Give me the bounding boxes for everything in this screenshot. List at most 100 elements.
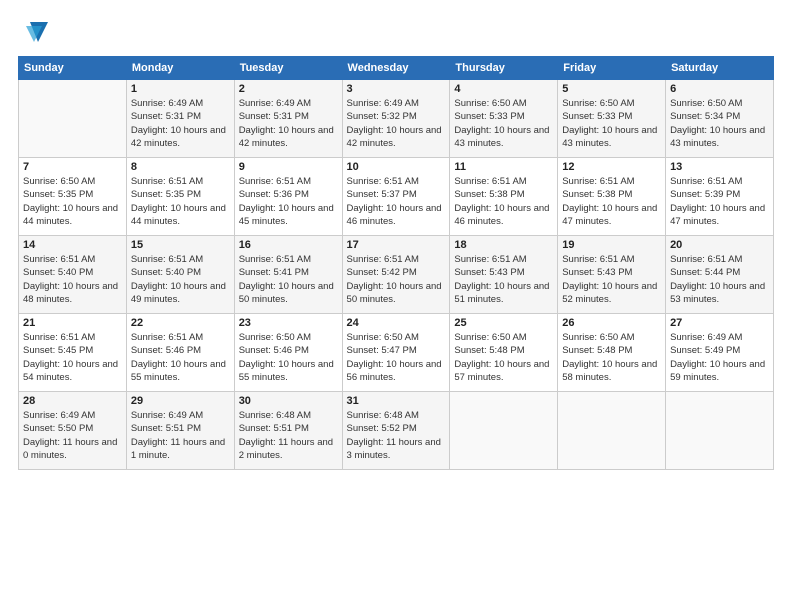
calendar-cell: 21 Sunrise: 6:51 AMSunset: 5:45 PMDayligh… — [19, 314, 127, 392]
day-number: 2 — [239, 83, 338, 95]
day-number: 30 — [239, 395, 338, 407]
calendar-cell: 25 Sunrise: 6:50 AMSunset: 5:48 PMDayligh… — [450, 314, 558, 392]
calendar-cell: 4 Sunrise: 6:50 AMSunset: 5:33 PMDaylight… — [450, 80, 558, 158]
day-info: Sunrise: 6:51 AMSunset: 5:45 PMDaylight:… — [23, 331, 122, 384]
calendar-cell — [450, 392, 558, 470]
calendar-cell: 27 Sunrise: 6:49 AMSunset: 5:49 PMDayligh… — [666, 314, 774, 392]
day-number: 7 — [23, 161, 122, 173]
day-info: Sunrise: 6:49 AMSunset: 5:31 PMDaylight:… — [239, 97, 338, 150]
day-number: 28 — [23, 395, 122, 407]
calendar-cell: 14Sunrise: 6:51 AMSunset: 5:40 PMDayligh… — [19, 236, 127, 314]
logo — [18, 18, 48, 46]
day-info: Sunrise: 6:51 AMSunset: 5:40 PMDaylight:… — [23, 253, 122, 306]
weekday-header: Tuesday — [234, 57, 342, 80]
day-info: Sunrise: 6:51 AMSunset: 5:36 PMDaylight:… — [239, 175, 338, 228]
calendar-week-row: 21 Sunrise: 6:51 AMSunset: 5:45 PMDayligh… — [19, 314, 774, 392]
calendar-cell: 23Sunrise: 6:50 AMSunset: 5:46 PMDayligh… — [234, 314, 342, 392]
day-number: 10 — [347, 161, 446, 173]
day-number: 9 — [239, 161, 338, 173]
calendar-cell: 20 Sunrise: 6:51 AMSunset: 5:44 PMDayligh… — [666, 236, 774, 314]
day-number: 13 — [670, 161, 769, 173]
day-number: 22 — [131, 317, 230, 329]
day-info: Sunrise: 6:51 AMSunset: 5:41 PMDaylight:… — [239, 253, 338, 306]
day-number: 25 — [454, 317, 553, 329]
day-number: 20 — [670, 239, 769, 251]
day-info: Sunrise: 6:50 AMSunset: 5:46 PMDaylight:… — [239, 331, 338, 384]
day-info: Sunrise: 6:51 AMSunset: 5:46 PMDaylight:… — [131, 331, 230, 384]
calendar-cell: 11 Sunrise: 6:51 AMSunset: 5:38 PMDayligh… — [450, 158, 558, 236]
calendar-cell: 13Sunrise: 6:51 AMSunset: 5:39 PMDayligh… — [666, 158, 774, 236]
calendar-cell: 15Sunrise: 6:51 AMSunset: 5:40 PMDayligh… — [126, 236, 234, 314]
calendar-cell: 30 Sunrise: 6:48 AMSunset: 5:51 PMDayligh… — [234, 392, 342, 470]
day-number: 26 — [562, 317, 661, 329]
day-info: Sunrise: 6:50 AMSunset: 5:33 PMDaylight:… — [562, 97, 661, 150]
calendar-cell: 2 Sunrise: 6:49 AMSunset: 5:31 PMDaylight… — [234, 80, 342, 158]
day-info: Sunrise: 6:50 AMSunset: 5:48 PMDaylight:… — [562, 331, 661, 384]
calendar-week-row: 28 Sunrise: 6:49 AMSunset: 5:50 PMDayligh… — [19, 392, 774, 470]
day-number: 24 — [347, 317, 446, 329]
calendar-cell: 24 Sunrise: 6:50 AMSunset: 5:47 PMDayligh… — [342, 314, 450, 392]
calendar-cell: 18Sunrise: 6:51 AMSunset: 5:43 PMDayligh… — [450, 236, 558, 314]
calendar-cell — [558, 392, 666, 470]
calendar-cell: 28 Sunrise: 6:49 AMSunset: 5:50 PMDayligh… — [19, 392, 127, 470]
weekday-header: Saturday — [666, 57, 774, 80]
day-info: Sunrise: 6:51 AMSunset: 5:35 PMDaylight:… — [131, 175, 230, 228]
day-info: Sunrise: 6:49 AMSunset: 5:50 PMDaylight:… — [23, 409, 122, 462]
day-info: Sunrise: 6:48 AMSunset: 5:52 PMDaylight:… — [347, 409, 446, 462]
calendar-cell: 6 Sunrise: 6:50 AMSunset: 5:34 PMDaylight… — [666, 80, 774, 158]
day-info: Sunrise: 6:50 AMSunset: 5:34 PMDaylight:… — [670, 97, 769, 150]
day-number: 12 — [562, 161, 661, 173]
weekday-header: Monday — [126, 57, 234, 80]
day-info: Sunrise: 6:51 AMSunset: 5:44 PMDaylight:… — [670, 253, 769, 306]
day-number: 4 — [454, 83, 553, 95]
day-info: Sunrise: 6:49 AMSunset: 5:49 PMDaylight:… — [670, 331, 769, 384]
day-info: Sunrise: 6:51 AMSunset: 5:38 PMDaylight:… — [562, 175, 661, 228]
calendar-cell: 16 Sunrise: 6:51 AMSunset: 5:41 PMDayligh… — [234, 236, 342, 314]
day-info: Sunrise: 6:49 AMSunset: 5:51 PMDaylight:… — [131, 409, 230, 462]
calendar-cell: 19 Sunrise: 6:51 AMSunset: 5:43 PMDayligh… — [558, 236, 666, 314]
weekday-header: Wednesday — [342, 57, 450, 80]
day-number: 3 — [347, 83, 446, 95]
day-info: Sunrise: 6:50 AMSunset: 5:33 PMDaylight:… — [454, 97, 553, 150]
day-info: Sunrise: 6:51 AMSunset: 5:43 PMDaylight:… — [562, 253, 661, 306]
day-number: 29 — [131, 395, 230, 407]
day-number: 6 — [670, 83, 769, 95]
calendar-cell: 8 Sunrise: 6:51 AMSunset: 5:35 PMDaylight… — [126, 158, 234, 236]
day-number: 17 — [347, 239, 446, 251]
day-number: 8 — [131, 161, 230, 173]
calendar-cell: 1 Sunrise: 6:49 AMSunset: 5:31 PMDaylight… — [126, 80, 234, 158]
calendar-cell — [666, 392, 774, 470]
day-info: Sunrise: 6:51 AMSunset: 5:38 PMDaylight:… — [454, 175, 553, 228]
calendar-table: SundayMondayTuesdayWednesdayThursdayFrid… — [18, 56, 774, 470]
day-info: Sunrise: 6:50 AMSunset: 5:48 PMDaylight:… — [454, 331, 553, 384]
day-number: 21 — [23, 317, 122, 329]
logo-icon — [20, 18, 48, 46]
day-info: Sunrise: 6:50 AMSunset: 5:47 PMDaylight:… — [347, 331, 446, 384]
day-info: Sunrise: 6:50 AMSunset: 5:35 PMDaylight:… — [23, 175, 122, 228]
day-info: Sunrise: 6:51 AMSunset: 5:42 PMDaylight:… — [347, 253, 446, 306]
calendar-cell: 22 Sunrise: 6:51 AMSunset: 5:46 PMDayligh… — [126, 314, 234, 392]
calendar-cell: 10 Sunrise: 6:51 AMSunset: 5:37 PMDayligh… — [342, 158, 450, 236]
weekday-header-row: SundayMondayTuesdayWednesdayThursdayFrid… — [19, 57, 774, 80]
calendar-cell: 31Sunrise: 6:48 AMSunset: 5:52 PMDayligh… — [342, 392, 450, 470]
weekday-header: Friday — [558, 57, 666, 80]
day-info: Sunrise: 6:49 AMSunset: 5:31 PMDaylight:… — [131, 97, 230, 150]
day-info: Sunrise: 6:48 AMSunset: 5:51 PMDaylight:… — [239, 409, 338, 462]
calendar-week-row: 14Sunrise: 6:51 AMSunset: 5:40 PMDayligh… — [19, 236, 774, 314]
day-number: 5 — [562, 83, 661, 95]
header — [18, 18, 774, 46]
day-number: 1 — [131, 83, 230, 95]
calendar-cell: 5 Sunrise: 6:50 AMSunset: 5:33 PMDaylight… — [558, 80, 666, 158]
weekday-header: Thursday — [450, 57, 558, 80]
day-info: Sunrise: 6:51 AMSunset: 5:43 PMDaylight:… — [454, 253, 553, 306]
day-number: 19 — [562, 239, 661, 251]
calendar-cell — [19, 80, 127, 158]
day-number: 27 — [670, 317, 769, 329]
calendar-cell: 3Sunrise: 6:49 AMSunset: 5:32 PMDaylight… — [342, 80, 450, 158]
day-number: 15 — [131, 239, 230, 251]
day-number: 11 — [454, 161, 553, 173]
day-number: 16 — [239, 239, 338, 251]
calendar-week-row: 1 Sunrise: 6:49 AMSunset: 5:31 PMDaylight… — [19, 80, 774, 158]
day-info: Sunrise: 6:51 AMSunset: 5:37 PMDaylight:… — [347, 175, 446, 228]
calendar-cell: 9 Sunrise: 6:51 AMSunset: 5:36 PMDaylight… — [234, 158, 342, 236]
